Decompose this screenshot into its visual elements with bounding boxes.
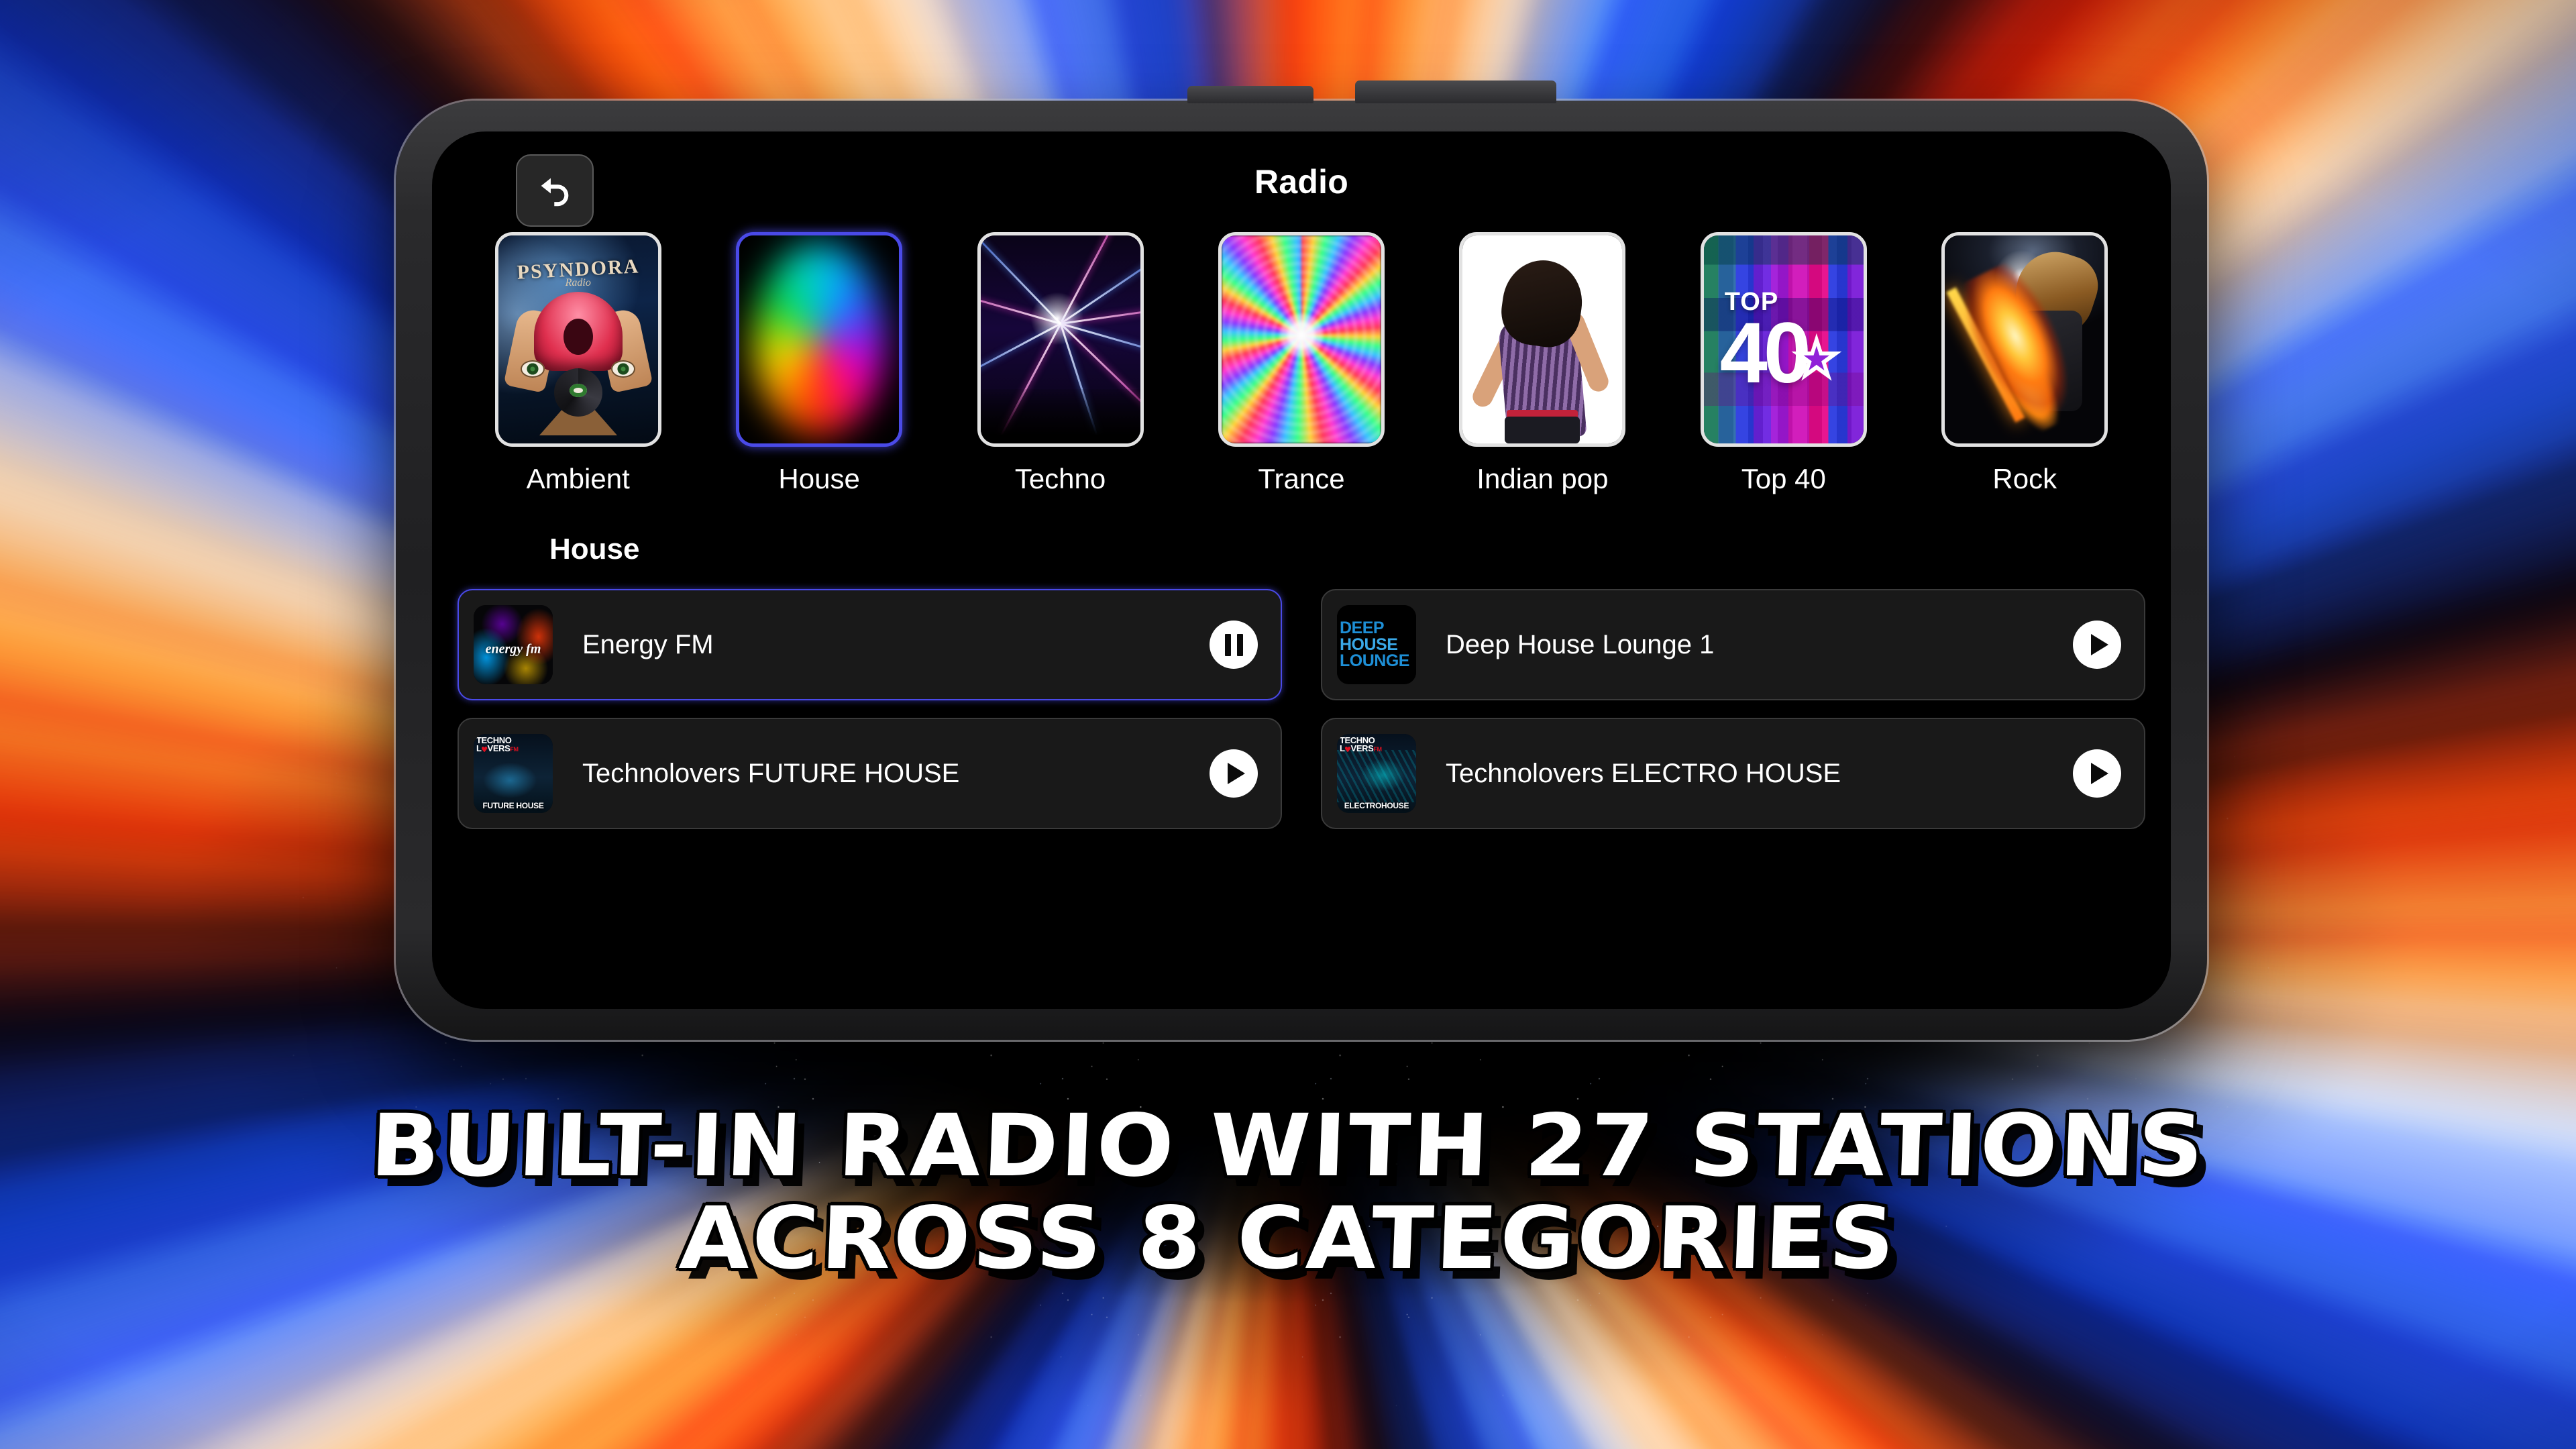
caption-line-1: BUILT-IN RADIO WITH 27 STATIONS [368,1096,2208,1196]
station-row[interactable]: DEEP HOUSE LOUNGE Deep House Lounge 1 [1321,589,2145,700]
band-label: ELECTROHOUSE [1344,801,1409,810]
station-name: Technolovers FUTURE HOUSE [582,758,960,788]
dancing-woman-artwork [1462,235,1623,443]
psyndora-subtitle: Radio [565,277,591,288]
pause-icon [1224,633,1243,656]
technolovers-wordmark: TECHNO L VERSFM [476,736,519,754]
play-button[interactable] [1210,749,1258,798]
jeans-shape [1505,417,1580,443]
category-top-40[interactable]: TOP 40 Top 40 [1663,232,1904,495]
play-button[interactable] [2073,621,2121,669]
fm-suffix: FM [1373,746,1382,753]
psyndora-radio-artwork: PSYNDORA Radio [498,235,658,443]
station-list: energy fm Energy FM DEEP HOUSE LOUNGE De… [458,589,2145,829]
volume-up-button[interactable] [1187,86,1313,103]
station-thumbnail: energy fm [474,605,553,684]
category-indian-pop[interactable]: Indian pop [1422,232,1663,495]
crowd-silhouette [980,389,1140,443]
deep-house-lounge-logo-artwork: DEEP HOUSE LOUNGE [1337,605,1416,684]
category-label: Top 40 [1741,463,1826,494]
category-thumbnail [736,232,903,447]
technolovers-future-house-logo-artwork: TECHNO L VERSFM FUTURE HOUSE [474,734,553,813]
category-label: Techno [1014,463,1106,494]
logo-line: HOUSE [1340,635,1398,654]
station-thumbnail: TECHNO L VERSFM FUTURE HOUSE [474,734,553,813]
band-label: FUTURE HOUSE [482,801,544,810]
heart-icon [481,746,488,753]
top-40-artwork: TOP 40 [1703,235,1864,443]
station-name: Energy FM [582,629,714,659]
category-thumbnail [977,232,1144,447]
station-name: Technolovers ELECTRO HOUSE [1446,758,1841,788]
flaming-guitar-artwork [1945,235,2105,443]
category-house[interactable]: House [698,232,939,495]
cover-photo-backdrop [1337,750,1416,802]
cover-photo-backdrop [474,750,553,802]
station-row[interactable]: energy fm Energy FM [458,589,1282,700]
play-icon [1227,763,1245,784]
rainbow-wheel-artwork [739,235,900,443]
category-label: Rock [1992,463,2057,494]
logo-line: DEEP [1340,619,1385,638]
pause-button[interactable] [1210,621,1258,669]
phone-screen: Radio PSYNDORA Radio Ambient House Techn… [432,131,2171,1009]
brand-tail: VERS [1350,743,1374,754]
brand-tail: VERS [487,743,511,754]
phone-device-frame: Radio PSYNDORA Radio Ambient House Techn… [396,80,2207,1040]
caption-line-2: ACROSS 8 CATEGORIES [678,1189,1898,1289]
category-techno[interactable]: Techno [940,232,1181,495]
energy-fm-logo-artwork: energy fm [474,605,553,684]
gramophone-horn-shape [533,291,623,371]
app-top-bar: Radio [432,131,2171,232]
category-label: Ambient [526,463,630,494]
power-button[interactable] [1355,80,1556,103]
page-title: Radio [1254,163,1348,201]
station-thumbnail: TECHNO L VERSFM ELECTROHOUSE [1337,734,1416,813]
heart-icon [1344,746,1351,753]
category-thumbnail: PSYNDORA Radio [494,232,661,447]
brand-bottom: L [476,743,482,754]
play-icon [2090,634,2108,655]
play-button[interactable] [2073,749,2121,798]
promo-caption: BUILT-IN RADIO WITH 27 STATIONS ACROSS 8… [0,1096,2576,1289]
category-label: House [778,463,860,494]
station-row[interactable]: TECHNO L VERSFM FUTURE HOUSE Technolovers… [458,718,1282,829]
category-thumbnail [1941,232,2108,447]
category-thumbnail [1459,232,1626,447]
logo-line: LOUNGE [1340,651,1409,671]
category-rock[interactable]: Rock [1904,232,2145,495]
station-row[interactable]: TECHNO L VERSFM ELECTROHOUSE Technolovers… [1321,718,2145,829]
psychedelic-spiral-artwork [1221,235,1381,443]
laser-burst-glow [1026,288,1087,349]
station-thumbnail: DEEP HOUSE LOUNGE [1337,605,1416,684]
energy-fm-wordmark: energy fm [485,641,541,657]
snake-eye-shape [553,368,602,417]
category-thumbnail: TOP 40 [1700,232,1867,447]
eye-left-shape [521,360,545,378]
play-icon [2090,763,2108,784]
technolovers-wordmark: TECHNO L VERSFM [1340,736,1382,754]
brand-bottom: L [1340,743,1345,754]
technolovers-electro-house-logo-artwork: TECHNO L VERSFM ELECTROHOUSE [1337,734,1416,813]
section-title: House [549,533,640,566]
category-strip: PSYNDORA Radio Ambient House Techno Tran… [432,232,2171,495]
fm-suffix: FM [510,746,519,753]
category-trance[interactable]: Trance [1181,232,1421,495]
category-ambient[interactable]: PSYNDORA Radio Ambient [458,232,698,495]
category-label: Indian pop [1477,463,1609,494]
laser-show-artwork [980,235,1140,443]
category-thumbnail [1218,232,1385,447]
station-name: Deep House Lounge 1 [1446,629,1715,659]
category-label: Trance [1258,463,1345,494]
